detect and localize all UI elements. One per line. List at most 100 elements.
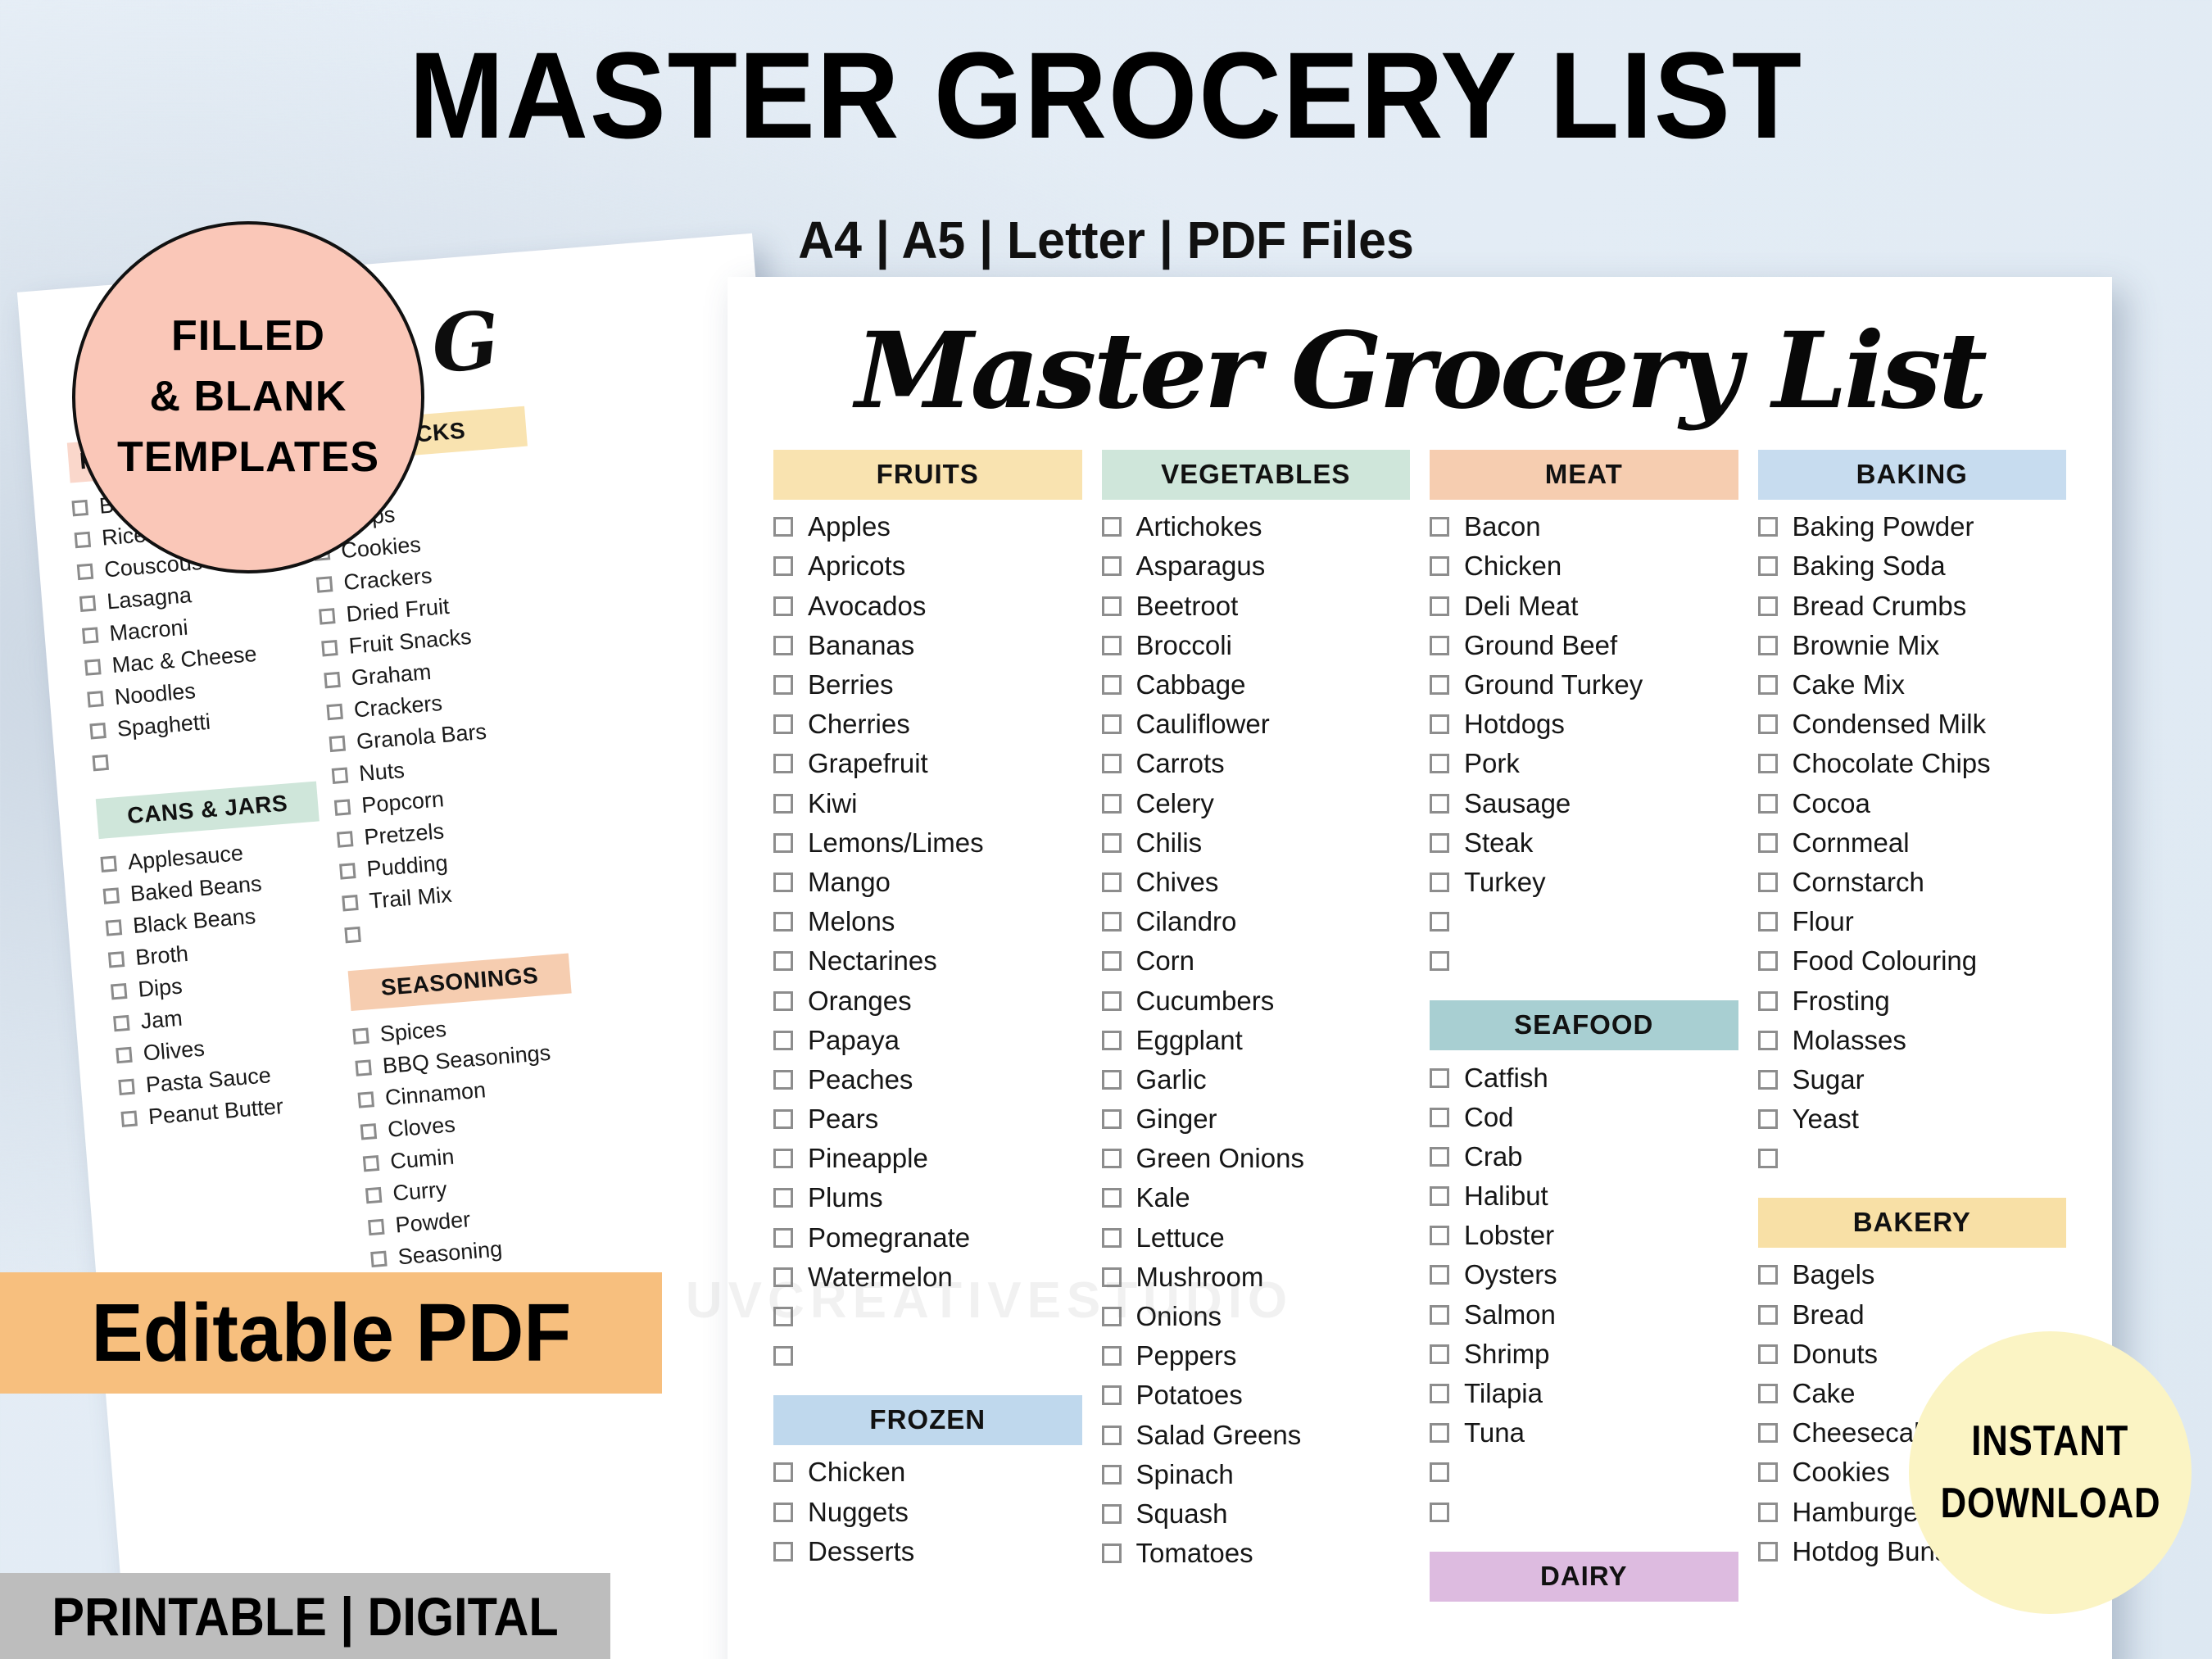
checklist-item[interactable]: Halibut bbox=[1430, 1176, 1738, 1216]
checkbox-icon[interactable] bbox=[1757, 951, 1778, 972]
checkbox-icon[interactable] bbox=[1430, 793, 1449, 814]
checkbox-icon[interactable] bbox=[1101, 912, 1122, 932]
checklist-item[interactable]: Lobster bbox=[1430, 1216, 1738, 1255]
checkbox-icon[interactable] bbox=[1430, 635, 1449, 655]
checkbox-icon[interactable] bbox=[773, 517, 793, 537]
checkbox-icon[interactable] bbox=[773, 635, 793, 655]
checkbox-icon[interactable] bbox=[370, 1250, 388, 1267]
checklist-item[interactable]: Broccoli bbox=[1101, 626, 1411, 665]
checkbox-icon[interactable] bbox=[102, 886, 120, 904]
checkbox-icon[interactable] bbox=[1101, 951, 1122, 972]
checkbox-icon[interactable] bbox=[773, 1307, 793, 1327]
checklist-item[interactable]: Ground Beef bbox=[1430, 626, 1738, 665]
checklist-item[interactable]: Onions bbox=[1101, 1297, 1411, 1336]
checklist-item[interactable]: Beetroot bbox=[1101, 587, 1411, 626]
checkbox-icon[interactable] bbox=[368, 1218, 385, 1235]
checkbox-icon[interactable] bbox=[1430, 1226, 1449, 1246]
checklist-item[interactable]: Tilapia bbox=[1430, 1374, 1738, 1413]
checklist-item[interactable]: Pomegranate bbox=[773, 1218, 1082, 1258]
checklist-item[interactable]: Flour bbox=[1757, 902, 2067, 941]
checklist-item[interactable]: Cauliflower bbox=[1101, 705, 1411, 744]
checkbox-icon[interactable] bbox=[1101, 1425, 1122, 1445]
checkbox-icon[interactable] bbox=[1430, 1462, 1449, 1483]
checkbox-icon[interactable] bbox=[773, 754, 793, 774]
checkbox-icon[interactable] bbox=[1757, 556, 1778, 577]
checkbox-icon[interactable] bbox=[1101, 675, 1122, 696]
checklist-item[interactable] bbox=[1430, 941, 1738, 981]
checklist-item[interactable]: Kiwi bbox=[773, 784, 1082, 823]
checkbox-icon[interactable] bbox=[1430, 1502, 1449, 1522]
checklist-item[interactable]: Food Colouring bbox=[1757, 941, 2067, 981]
checklist-item[interactable]: Mango bbox=[773, 863, 1082, 902]
checkbox-icon[interactable] bbox=[100, 855, 117, 873]
checklist-item[interactable]: Mushroom bbox=[1101, 1258, 1411, 1297]
checkbox-icon[interactable] bbox=[1101, 1464, 1122, 1484]
checkbox-icon[interactable] bbox=[1757, 517, 1778, 537]
checkbox-icon[interactable] bbox=[773, 1069, 793, 1090]
checkbox-icon[interactable] bbox=[342, 894, 359, 912]
checkbox-icon[interactable] bbox=[319, 607, 336, 625]
checklist-item[interactable]: Baking Powder bbox=[1757, 507, 2067, 546]
checkbox-icon[interactable] bbox=[773, 1502, 793, 1522]
checkbox-icon[interactable] bbox=[773, 556, 793, 577]
checkbox-icon[interactable] bbox=[1430, 714, 1449, 735]
checkbox-icon[interactable] bbox=[1757, 793, 1778, 814]
checklist-item[interactable]: Chives bbox=[1101, 863, 1411, 902]
checkbox-icon[interactable] bbox=[1430, 1146, 1449, 1167]
checklist-item[interactable]: Celery bbox=[1101, 784, 1411, 823]
checkbox-icon[interactable] bbox=[1757, 754, 1778, 774]
checkbox-icon[interactable] bbox=[113, 1014, 130, 1031]
checklist-item[interactable]: Apricots bbox=[773, 546, 1082, 586]
checkbox-icon[interactable] bbox=[1757, 1265, 1778, 1285]
checkbox-icon[interactable] bbox=[1430, 1304, 1449, 1325]
checkbox-icon[interactable] bbox=[1430, 1384, 1449, 1404]
checklist-item[interactable] bbox=[773, 1297, 1082, 1336]
checkbox-icon[interactable] bbox=[1757, 990, 1778, 1011]
checkbox-icon[interactable] bbox=[1757, 1541, 1778, 1562]
checkbox-icon[interactable] bbox=[352, 1027, 369, 1045]
checkbox-icon[interactable] bbox=[110, 982, 128, 1000]
checkbox-icon[interactable] bbox=[76, 563, 94, 580]
checkbox-icon[interactable] bbox=[1101, 1149, 1122, 1169]
checkbox-icon[interactable] bbox=[1101, 1267, 1122, 1287]
checklist-item[interactable]: Grapefruit bbox=[773, 744, 1082, 783]
checklist-item[interactable]: Chilis bbox=[1101, 823, 1411, 863]
checklist-item[interactable]: Bread bbox=[1757, 1295, 2067, 1335]
checklist-item[interactable]: Salmon bbox=[1430, 1295, 1738, 1335]
checklist-item[interactable]: Condensed Milk bbox=[1757, 705, 2067, 744]
checkbox-icon[interactable] bbox=[1430, 754, 1449, 774]
checklist-item[interactable]: Cornmeal bbox=[1757, 823, 2067, 863]
checklist-item[interactable]: Tuna bbox=[1430, 1413, 1738, 1453]
checkbox-icon[interactable] bbox=[1430, 912, 1449, 932]
checkbox-icon[interactable] bbox=[1101, 754, 1122, 774]
checkbox-icon[interactable] bbox=[1101, 596, 1122, 616]
checklist-item[interactable]: Salad Greens bbox=[1101, 1416, 1411, 1455]
checkbox-icon[interactable] bbox=[1757, 1149, 1778, 1169]
checkbox-icon[interactable] bbox=[331, 767, 349, 784]
checklist-item[interactable]: Cucumbers bbox=[1101, 981, 1411, 1020]
checklist-item[interactable]: Oranges bbox=[773, 981, 1082, 1020]
checklist-item[interactable]: Hotdogs bbox=[1430, 705, 1738, 744]
checklist-item[interactable]: Pears bbox=[773, 1099, 1082, 1139]
checklist-item[interactable]: Watermelon bbox=[773, 1258, 1082, 1297]
checklist-item[interactable]: Frosting bbox=[1757, 981, 2067, 1020]
checklist-item[interactable]: Bread Crumbs bbox=[1757, 587, 2067, 626]
checkbox-icon[interactable] bbox=[1101, 1503, 1122, 1524]
checklist-item[interactable]: Shrimp bbox=[1430, 1335, 1738, 1374]
checkbox-icon[interactable] bbox=[1101, 793, 1122, 814]
checkbox-icon[interactable] bbox=[773, 675, 793, 696]
checklist-item[interactable] bbox=[1430, 1453, 1738, 1492]
checkbox-icon[interactable] bbox=[74, 531, 92, 548]
checkbox-icon[interactable] bbox=[1757, 832, 1778, 853]
checklist-item[interactable]: Steak bbox=[1430, 823, 1738, 863]
checklist-item[interactable]: Papaya bbox=[773, 1021, 1082, 1060]
checkbox-icon[interactable] bbox=[1757, 1423, 1778, 1444]
checkbox-icon[interactable] bbox=[105, 918, 123, 936]
checklist-item[interactable]: Chicken bbox=[773, 1453, 1082, 1492]
checklist-item[interactable]: Artichokes bbox=[1101, 507, 1411, 546]
checklist-item[interactable]: Ginger bbox=[1101, 1099, 1411, 1139]
checkbox-icon[interactable] bbox=[365, 1186, 383, 1203]
checkbox-icon[interactable] bbox=[1757, 1384, 1778, 1404]
checkbox-icon[interactable] bbox=[362, 1154, 380, 1172]
checklist-item[interactable]: Corn bbox=[1101, 941, 1411, 981]
